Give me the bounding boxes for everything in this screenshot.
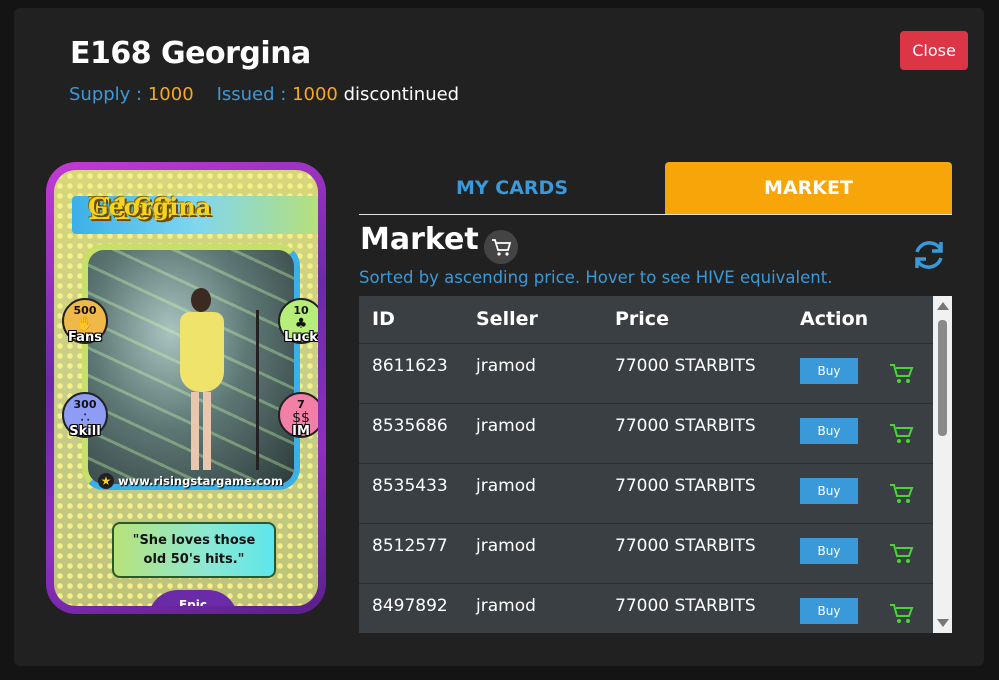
sort-hint: Sorted by ascending price. Hover to see … xyxy=(359,268,833,287)
table-row: 8512577 jramod 77000 STARBITS Buy xyxy=(359,524,933,584)
row-price: 77000 STARBITS xyxy=(615,416,756,436)
row-price: 77000 STARBITS xyxy=(615,476,756,496)
card-detail-modal: E168 Georgina Supply : 1000 Issued : 100… xyxy=(14,8,984,666)
row-id: 8535433 xyxy=(372,476,448,496)
card-name: Georgina xyxy=(88,192,212,221)
buy-button[interactable]: Buy xyxy=(800,418,858,444)
table-header: ID Seller Price Action xyxy=(359,296,933,344)
row-id: 8535686 xyxy=(372,416,448,436)
buy-button[interactable]: Buy xyxy=(800,478,858,504)
stat-skill: 300 ∴ Skill xyxy=(62,392,108,439)
cart-icon[interactable] xyxy=(889,542,915,566)
issued-value: 1000 xyxy=(292,84,338,105)
row-id: 8497892 xyxy=(372,596,448,616)
table-row: 8535433 jramod 77000 STARBITS Buy xyxy=(359,464,933,524)
stat-im: 7 $$ IM xyxy=(278,392,318,439)
row-seller: jramod xyxy=(476,536,536,556)
cart-icon[interactable] xyxy=(889,482,915,506)
stat-fans: 500 ✋ Fans xyxy=(62,298,108,345)
supply-value: 1000 xyxy=(147,84,194,105)
col-action: Action xyxy=(800,308,869,330)
row-price: 77000 STARBITS xyxy=(615,356,756,376)
mic-stand xyxy=(256,310,259,470)
star-icon: ★ xyxy=(98,473,114,489)
tab-market[interactable]: MARKET xyxy=(665,162,952,214)
page-title: E168 Georgina xyxy=(70,36,311,71)
money-icon: $$ xyxy=(292,410,310,426)
refresh-icon[interactable] xyxy=(910,236,948,274)
row-price: 77000 STARBITS xyxy=(615,596,756,616)
row-seller: jramod xyxy=(476,476,536,496)
table-row: 8535686 jramod 77000 STARBITS Buy xyxy=(359,404,933,464)
market-table: ID Seller Price Action 8611623 jramod 77… xyxy=(359,296,952,633)
cart-icon[interactable] xyxy=(484,230,518,264)
stat-luck: 10 ♣ Luck xyxy=(278,298,318,345)
table-row: 8611623 jramod 77000 STARBITS Buy xyxy=(359,344,933,404)
close-button[interactable]: Close xyxy=(900,31,968,70)
row-price: 77000 STARBITS xyxy=(615,536,756,556)
row-seller: jramod xyxy=(476,416,536,436)
cart-icon[interactable] xyxy=(889,362,915,386)
market-heading: Market xyxy=(360,222,479,257)
col-id: ID xyxy=(372,308,395,330)
buy-button[interactable]: Buy xyxy=(800,358,858,384)
row-id: 8611623 xyxy=(372,356,448,376)
scroll-up-icon[interactable] xyxy=(937,302,949,310)
row-seller: jramod xyxy=(476,356,536,376)
scroll-down-icon[interactable] xyxy=(937,619,949,627)
tab-bar: MY CARDS MARKET xyxy=(359,162,952,215)
card-website: ★ www.risingstargame.com xyxy=(98,473,283,489)
scroll-thumb[interactable] xyxy=(938,320,947,436)
buy-button[interactable]: Buy xyxy=(800,598,858,624)
col-seller: Seller xyxy=(476,308,538,330)
tab-my-cards[interactable]: MY CARDS xyxy=(359,162,665,214)
buy-button[interactable]: Buy xyxy=(800,538,858,564)
status-text: discontinued xyxy=(343,84,460,105)
table-scrollbar[interactable] xyxy=(933,296,952,633)
rarity-badge: Epic xyxy=(148,590,238,606)
dots-icon: ∴ xyxy=(80,410,90,426)
table-row: 8497892 jramod 77000 STARBITS Buy xyxy=(359,584,933,633)
col-price: Price xyxy=(615,308,669,330)
cart-icon[interactable] xyxy=(889,602,915,626)
supply-label: Supply : xyxy=(69,84,143,105)
card-quote: "She loves those old 50's hits." xyxy=(112,522,276,578)
card-name-banner: E168 Georgina xyxy=(72,192,318,234)
card-image: E168 Georgina ★ www.risingstargame.com 50… xyxy=(46,162,326,614)
card-face: E168 Georgina ★ www.risingstargame.com 50… xyxy=(54,170,318,606)
cart-icon[interactable] xyxy=(889,422,915,446)
clover-icon: ♣ xyxy=(294,316,308,332)
row-seller: jramod xyxy=(476,596,536,616)
row-id: 8512577 xyxy=(372,536,448,556)
card-photo xyxy=(82,244,300,490)
supply-info: Supply : 1000 Issued : 1000 discontinued xyxy=(69,84,459,105)
issued-label: Issued : xyxy=(216,84,287,105)
singer-figure xyxy=(176,288,228,470)
crowd-icon: ✋ xyxy=(76,316,94,332)
